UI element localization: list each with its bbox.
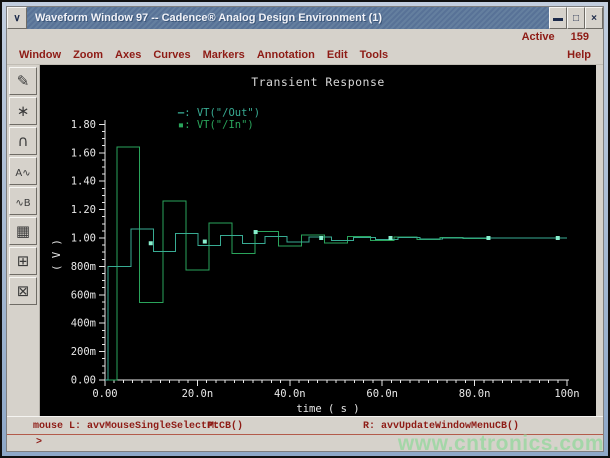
svg-text:60.0n: 60.0n [366,388,398,400]
sample-marker[interactable] [149,241,153,245]
svg-text:800m: 800m [71,261,96,273]
main-area: ✎ ∗ ∩ A∿ ∿B ▦ ⊞ ⊠ Transient Response —: VT("/Ou… [7,65,603,416]
active-status-row: Active 159 [7,29,603,45]
mouse-right-binding: R: avvUpdateWindowMenuCB() [363,421,519,432]
plot-canvas[interactable]: Transient Response —: VT("/Out") ▪: VT("… [40,65,596,416]
menubar-items: Window Zoom Axes Curves Markers Annotation Edi… [19,49,388,61]
titlebar: ∨ Waveform Window 97 -- Cadence® Analog … [7,7,603,29]
sample-marker[interactable] [203,240,207,244]
command-prompt[interactable]: > [36,437,42,448]
waveform-window: ∨ Waveform Window 97 -- Cadence® Analog … [0,0,610,458]
in-trace[interactable] [105,147,567,380]
menu-annotation[interactable]: Annotation [257,49,315,61]
minimize-button[interactable]: ▬ [549,7,567,29]
svg-text:1.00: 1.00 [71,233,96,245]
svg-text:1.40: 1.40 [71,176,96,188]
legend-in: ▪: VT("/In") [102,107,254,143]
window-title: Waveform Window 97 -- Cadence® Analog De… [27,7,549,29]
calculator-icon: ▦ [16,222,30,240]
plot-title: Transient Response [40,75,596,89]
pen-annotate-button[interactable]: ✎ [9,67,37,95]
menubar: Window Zoom Axes Curves Markers Annotation Edi… [7,45,603,65]
active-label: Active [522,31,555,43]
sample-marker[interactable] [556,236,560,240]
vertical-marker-a-icon: A∿ [15,168,30,179]
sample-marker[interactable] [486,236,490,240]
close-icon: × [591,13,597,24]
svg-text:80.0n: 80.0n [459,388,491,400]
close-button[interactable]: × [585,7,603,29]
status-separator [7,434,603,435]
svg-text:600m: 600m [71,289,96,301]
zoom-star-button[interactable]: ∗ [9,97,37,125]
minimize-icon: ▬ [553,13,563,24]
calculator-button[interactable]: ▦ [9,217,37,245]
statusbar: mouse L: avvMouseSingleSelectPtCB() M: R… [7,416,603,451]
arc-marker-button[interactable]: ∩ [9,127,37,155]
window-frame: ∨ Waveform Window 97 -- Cadence® Analog … [0,0,610,458]
horiz-marker-b-button[interactable]: ∿B [9,187,37,215]
menu-tools[interactable]: Tools [360,49,389,61]
copy-window-button[interactable]: ⊞ [9,247,37,275]
menu-help[interactable]: Help [567,49,591,61]
maximize-button[interactable]: □ [567,7,585,29]
copy-window-icon: ⊞ [17,252,30,270]
svg-text:100n: 100n [554,388,579,400]
svg-text:20.0n: 20.0n [182,388,214,400]
out-trace[interactable] [105,229,567,380]
svg-text:1.60: 1.60 [71,147,96,159]
mouse-middle-binding: M: [208,421,220,432]
svg-text:400m: 400m [71,318,96,330]
svg-text:time ( s ): time ( s ) [296,403,359,415]
sample-marker[interactable] [389,236,393,240]
delete-subwindow-button[interactable]: ⊠ [9,277,37,305]
menu-edit[interactable]: Edit [327,49,348,61]
vertical-marker-a-button[interactable]: A∿ [9,157,37,185]
menu-markers[interactable]: Markers [203,49,245,61]
menu-zoom[interactable]: Zoom [73,49,103,61]
zoom-star-icon: ∗ [17,102,30,120]
in-trace-label: : VT("/In") [184,119,254,131]
svg-text:1.20: 1.20 [71,204,96,216]
active-count: 159 [571,31,589,43]
svg-text:( V ): ( V ) [51,239,63,271]
svg-text:0.00: 0.00 [71,375,96,387]
toolbar: ✎ ∗ ∩ A∿ ∿B ▦ ⊞ ⊠ [7,65,40,416]
menu-window[interactable]: Window [19,49,61,61]
horiz-marker-b-icon: ∿B [15,198,30,209]
menu-curves[interactable]: Curves [153,49,190,61]
menu-axes[interactable]: Axes [115,49,141,61]
app-body: ∨ Waveform Window 97 -- Cadence® Analog … [6,6,604,452]
svg-text:1.80: 1.80 [71,119,96,131]
window-menu-button[interactable]: ∨ [7,7,27,29]
pen-annotate-icon: ✎ [17,72,30,90]
maximize-icon: □ [573,13,579,24]
chevron-down-icon: ∨ [13,13,20,24]
svg-text:200m: 200m [71,346,96,358]
arc-marker-icon: ∩ [18,132,29,150]
svg-text:0.00: 0.00 [92,388,117,400]
sample-marker[interactable] [254,230,258,234]
svg-text:40.0n: 40.0n [274,388,306,400]
sample-marker[interactable] [319,236,323,240]
delete-subwindow-icon: ⊠ [17,282,30,300]
